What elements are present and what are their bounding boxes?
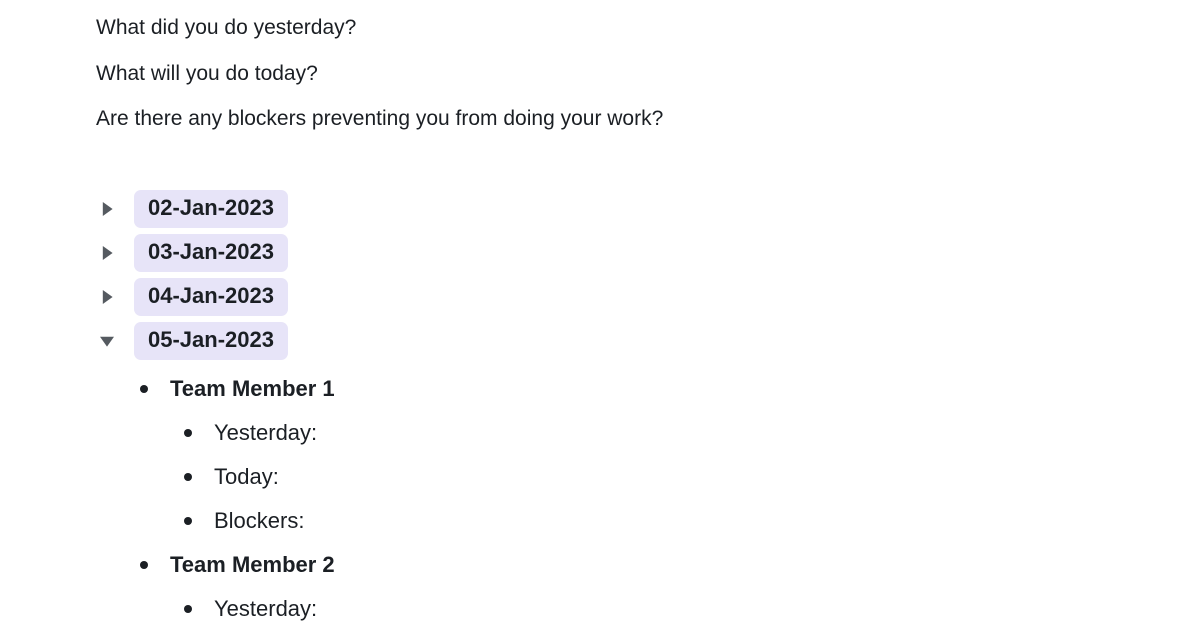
toggle-row-date-0[interactable]: 02-Jan-2023: [96, 187, 1200, 231]
standup-date-list: 02-Jan-2023 03-Jan-2023 04-Jan-2023 05-J…: [96, 187, 1200, 631]
triangle-right-icon: [96, 286, 118, 308]
field-blockers: Blockers:: [214, 508, 304, 534]
toggle-row-date-1[interactable]: 03-Jan-2023: [96, 231, 1200, 275]
date-pill: 05-Jan-2023: [134, 322, 288, 360]
field-today: Today:: [214, 464, 279, 490]
triangle-right-icon: [96, 242, 118, 264]
date-pill: 03-Jan-2023: [134, 234, 288, 272]
list-item[interactable]: Blockers:: [184, 499, 1200, 543]
toggle-row-date-3[interactable]: 05-Jan-2023: [96, 319, 1200, 363]
list-item[interactable]: Today:: [184, 455, 1200, 499]
bullet-icon: [184, 605, 192, 613]
field-yesterday: Yesterday:: [214, 596, 317, 622]
triangle-down-icon: [96, 330, 118, 352]
field-yesterday: Yesterday:: [214, 420, 317, 446]
team-member-name: Team Member 1: [170, 376, 335, 402]
bullet-icon: [184, 429, 192, 437]
list-item[interactable]: Team Member 1: [140, 367, 1200, 411]
list-item[interactable]: Team Member 2: [140, 543, 1200, 587]
date-pill: 04-Jan-2023: [134, 278, 288, 316]
bullet-icon: [184, 473, 192, 481]
list-item[interactable]: Yesterday:: [184, 587, 1200, 631]
team-member-name: Team Member 2: [170, 552, 335, 578]
expanded-date-content: Team Member 1 Yesterday: Today: Blockers…: [140, 367, 1200, 631]
triangle-right-icon: [96, 198, 118, 220]
toggle-row-date-2[interactable]: 04-Jan-2023: [96, 275, 1200, 319]
prompt-blockers: Are there any blockers preventing you fr…: [96, 103, 1200, 135]
prompt-today: What will you do today?: [96, 58, 1200, 90]
bullet-icon: [140, 385, 148, 393]
list-item[interactable]: Yesterday:: [184, 411, 1200, 455]
bullet-icon: [140, 561, 148, 569]
bullet-icon: [184, 517, 192, 525]
prompt-yesterday: What did you do yesterday?: [96, 12, 1200, 44]
date-pill: 02-Jan-2023: [134, 190, 288, 228]
